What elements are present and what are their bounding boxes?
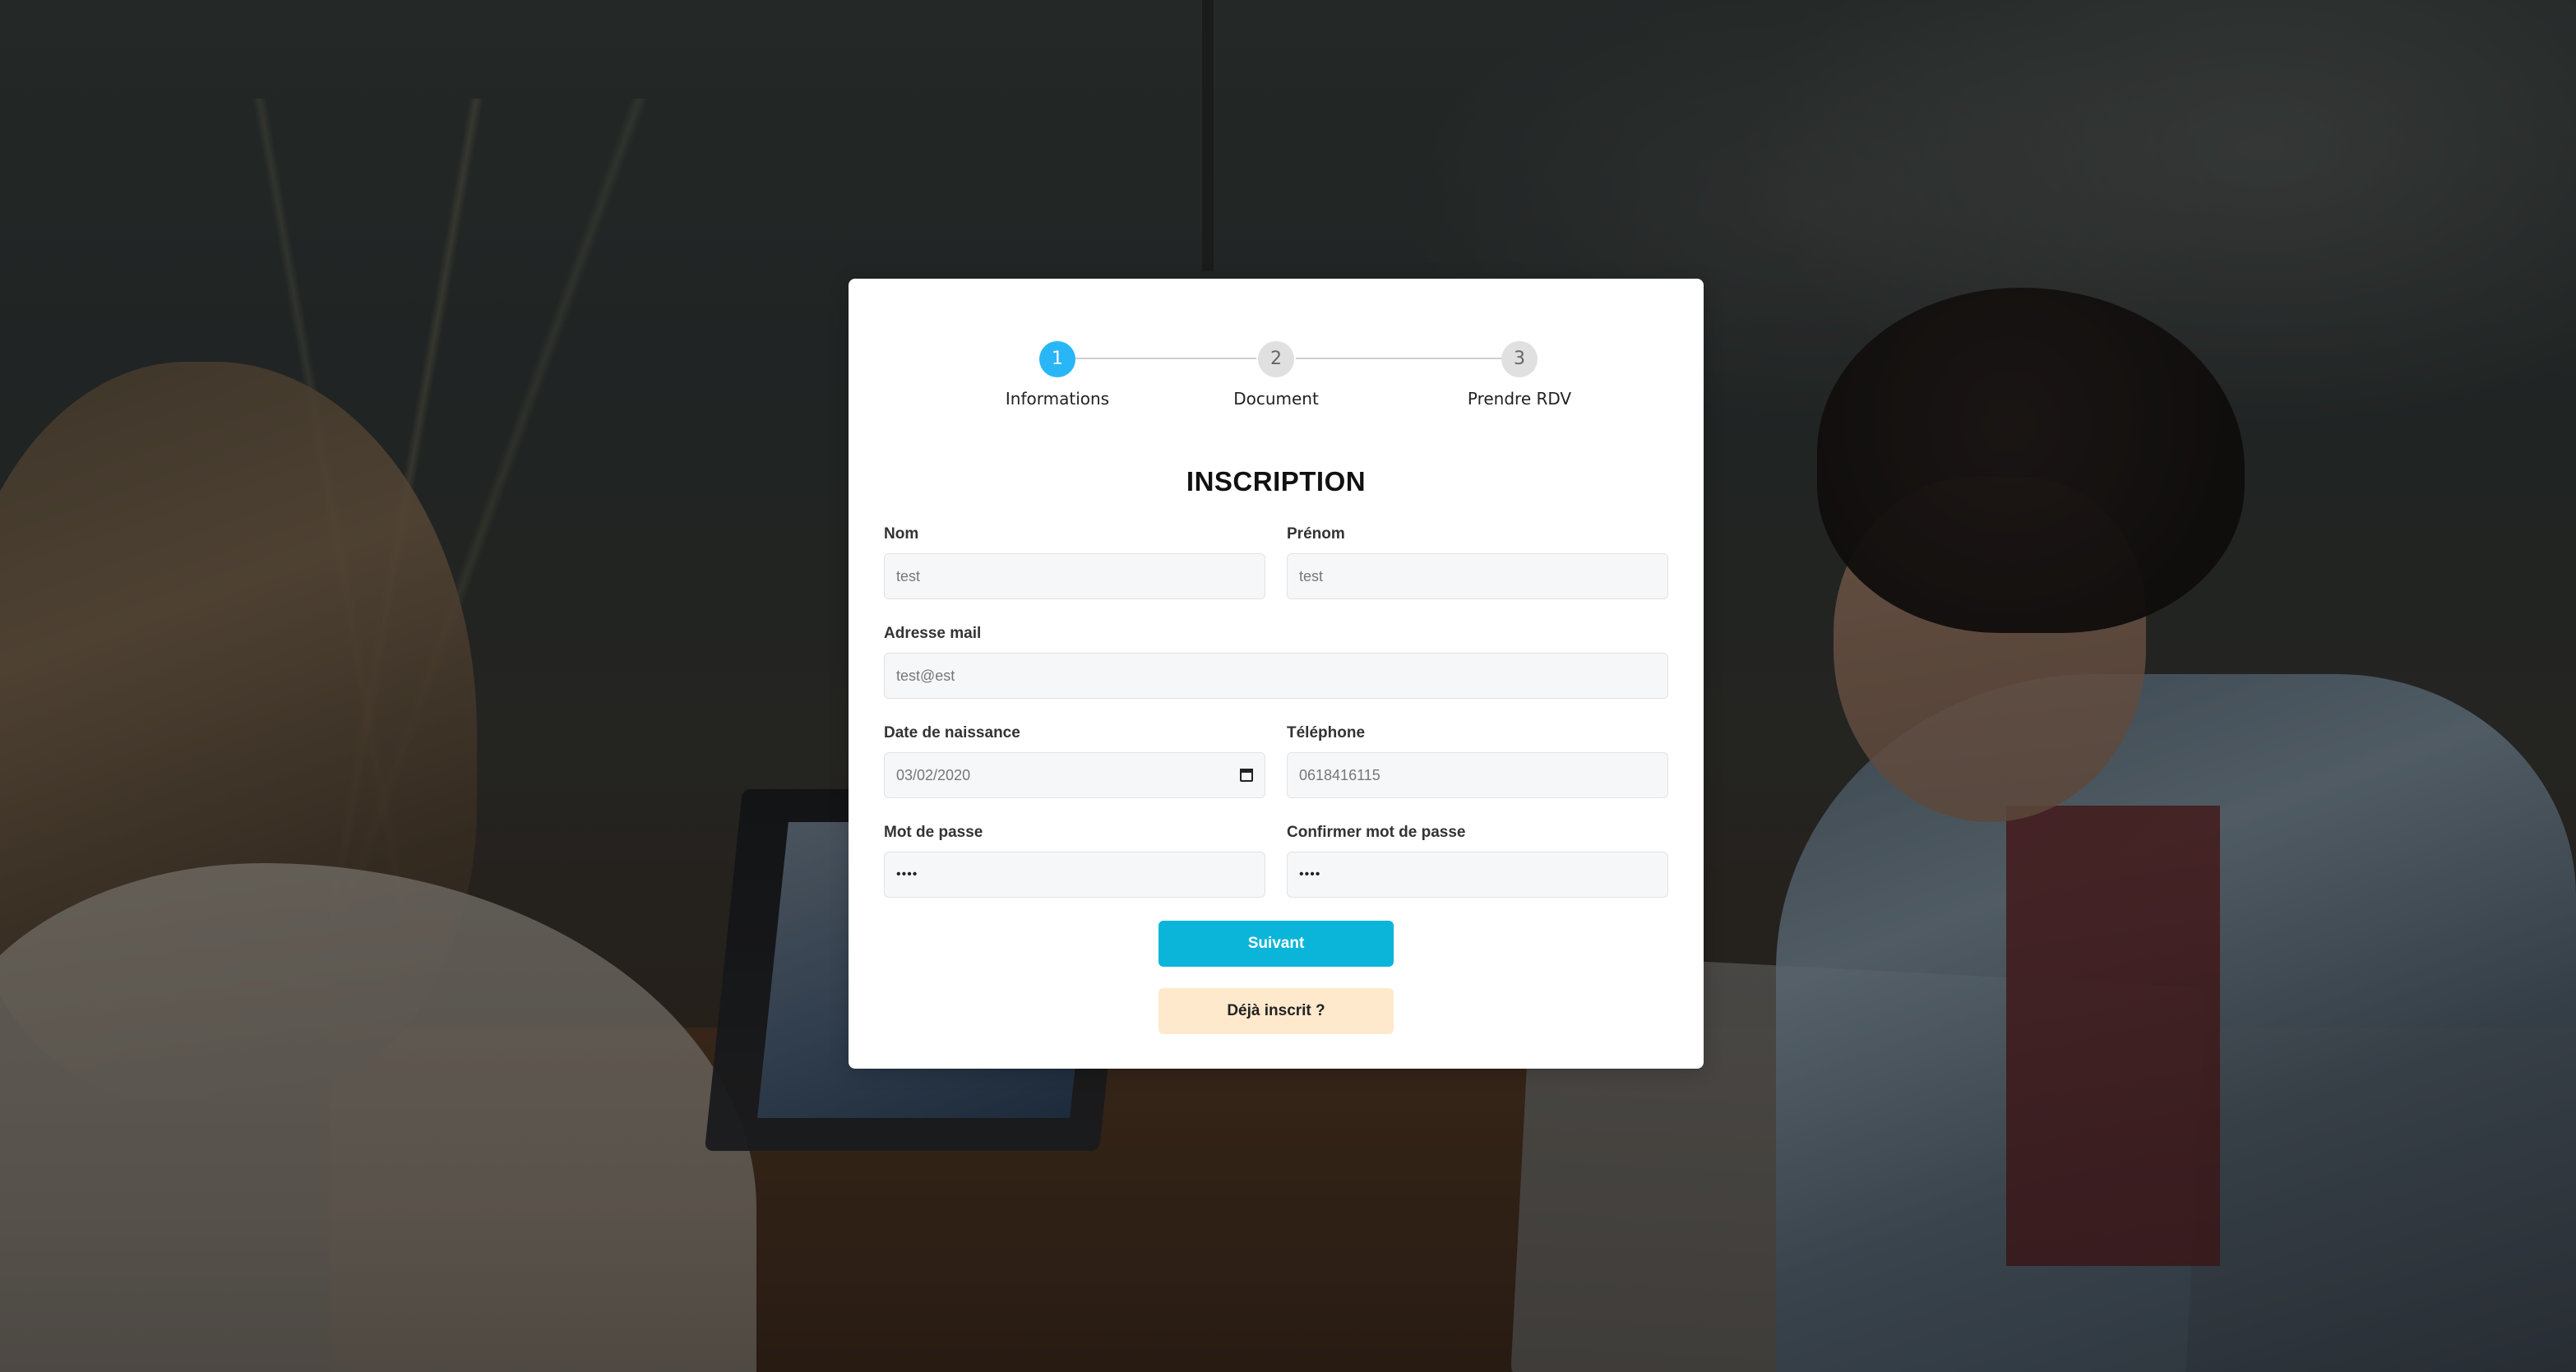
phone-label: Téléphone — [1287, 724, 1366, 741]
password-label: Mot de passe — [884, 824, 983, 841]
birthdate-input[interactable]: 03/02/2020 — [884, 752, 1265, 798]
step-label: Document — [1233, 389, 1319, 409]
email-value: test@est — [896, 667, 955, 684]
progress-stepper: 1 Informations 2 Document 3 Prendre RDV — [849, 279, 1704, 427]
page-title: INSCRIPTION — [1186, 466, 1367, 497]
step-number-badge: 2 — [1258, 341, 1294, 377]
next-button[interactable]: Suivant — [1159, 921, 1394, 967]
confirm-password-input[interactable]: •••• — [1287, 852, 1668, 898]
step-number-badge: 1 — [1039, 341, 1075, 377]
nom-input[interactable]: test — [884, 553, 1265, 599]
prenom-input[interactable]: test — [1287, 553, 1668, 599]
registration-card: 1 Informations 2 Document 3 Prendre RDV … — [849, 279, 1704, 1069]
step-prendre-rdv[interactable]: 3 Prendre RDV — [1413, 341, 1626, 409]
email-field-group: Adresse mail test@est — [884, 625, 1668, 699]
prenom-label: Prénom — [1287, 525, 1345, 543]
birthdate-field-group: Date de naissance 03/02/2020 — [884, 724, 1265, 798]
phone-field-group: Téléphone 0618416115 — [1287, 724, 1668, 798]
confirm-password-value: •••• — [1299, 867, 1321, 881]
nom-field-group: Nom test — [884, 525, 1265, 599]
step-label: Informations — [1005, 389, 1110, 409]
step-document[interactable]: 2 Document — [1169, 341, 1383, 409]
password-input[interactable]: •••• — [884, 852, 1265, 898]
email-input[interactable]: test@est — [884, 653, 1668, 699]
birthdate-value: 03/02/2020 — [896, 766, 971, 783]
calendar-icon[interactable] — [1240, 769, 1253, 782]
already-registered-button[interactable]: Déjà inscrit ? — [1159, 988, 1394, 1034]
confirm-password-field-group: Confirmer mot de passe •••• — [1287, 824, 1668, 898]
password-value: •••• — [896, 867, 918, 881]
nom-value: test — [896, 567, 921, 584]
phone-value: 0618416115 — [1299, 766, 1380, 783]
password-field-group: Mot de passe •••• — [884, 824, 1265, 898]
step-informations[interactable]: 1 Informations — [950, 341, 1164, 409]
step-label: Prendre RDV — [1467, 389, 1572, 409]
confirm-password-label: Confirmer mot de passe — [1287, 824, 1466, 841]
nom-label: Nom — [884, 525, 919, 543]
step-number-badge: 3 — [1501, 341, 1538, 377]
phone-input[interactable]: 0618416115 — [1287, 752, 1668, 798]
prenom-field-group: Prénom test — [1287, 525, 1668, 599]
prenom-value: test — [1299, 567, 1324, 584]
email-label: Adresse mail — [884, 625, 982, 642]
birthdate-label: Date de naissance — [884, 724, 1020, 741]
